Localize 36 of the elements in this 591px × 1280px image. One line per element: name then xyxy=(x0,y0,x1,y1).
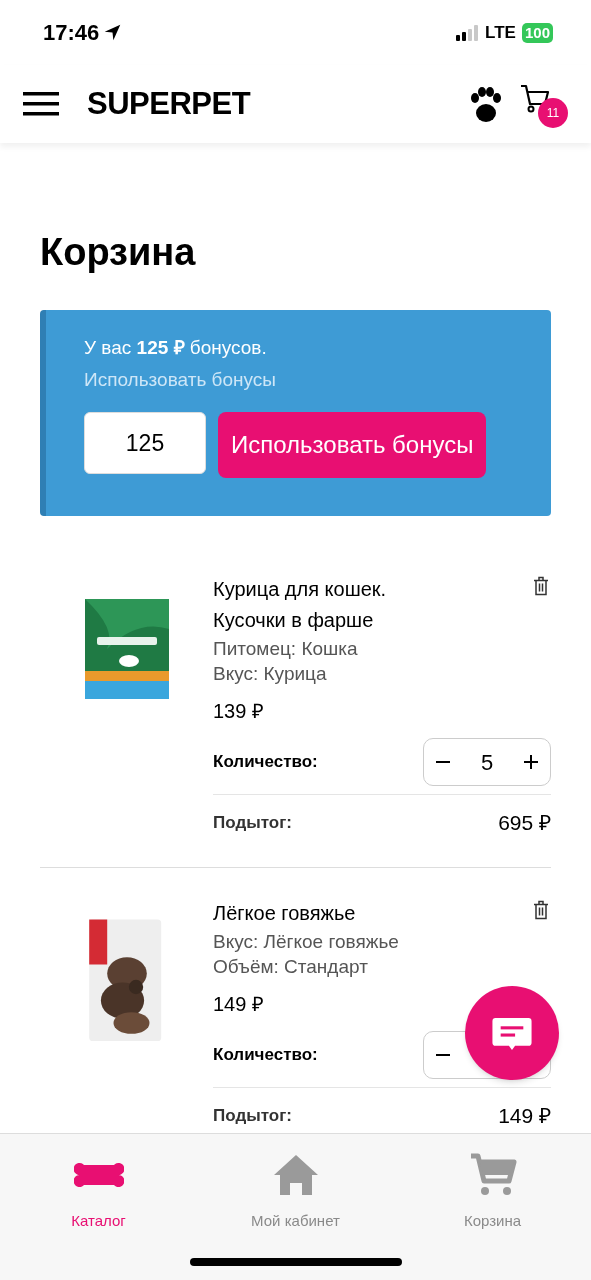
subtotal-label: Подытог: xyxy=(213,1104,292,1127)
subtotal-label: Подытог: xyxy=(213,812,292,834)
product-attribute: Объём: Стандарт xyxy=(213,954,368,979)
product-price: 149 ₽ xyxy=(213,991,265,1017)
logo[interactable]: SUPERPET xyxy=(87,80,251,128)
trash-icon[interactable] xyxy=(531,898,551,921)
product-title[interactable]: Курица для кошек. Кусочки в фарше xyxy=(213,574,463,636)
network-label: LTE xyxy=(485,21,516,44)
nav-tab[interactable]: Каталог xyxy=(0,1152,197,1233)
page-title: Корзина xyxy=(40,230,197,275)
bonus-text: У вас 125 ₽ бонусов. Использовать бонусы xyxy=(84,336,277,392)
cart-count-badge: 11 xyxy=(538,98,568,128)
product-attribute: Вкус: Лёгкое говяжье xyxy=(213,929,399,954)
quantity-label: Количество: xyxy=(213,751,318,774)
chat-icon xyxy=(491,1015,533,1051)
use-bonuses-link[interactable]: Использовать бонусы xyxy=(84,369,276,390)
bonus-amount-field[interactable]: 125 xyxy=(84,412,206,474)
quantity-value: 5 xyxy=(480,748,494,777)
product-attribute: Вкус: Курица xyxy=(213,662,327,686)
nav-tab[interactable]: Мой кабинет xyxy=(197,1152,394,1233)
product-attribute: Питомец: Кошка xyxy=(213,637,358,661)
battery-indicator: 100 xyxy=(521,22,553,43)
subtotal-value: 695 ₽ xyxy=(498,810,551,836)
nav-tab[interactable]: Корзина xyxy=(394,1152,591,1233)
product-title[interactable]: Лёгкое говяжье xyxy=(213,897,463,929)
product-price: 139 ₽ xyxy=(213,699,265,724)
subtotal-value: 149 ₽ xyxy=(498,1102,551,1129)
use-bonuses-button[interactable]: Использовать бонусы xyxy=(218,412,487,478)
status-time: 17:46 xyxy=(43,19,100,47)
quantity-label: Количество: xyxy=(213,1043,318,1066)
signal-icon xyxy=(455,24,480,41)
bone-icon[interactable] xyxy=(73,1161,124,1189)
trash-icon[interactable] xyxy=(531,575,551,597)
plus-icon[interactable] xyxy=(524,755,538,769)
menu-icon[interactable] xyxy=(23,92,59,116)
location-arrow-icon xyxy=(103,23,123,42)
